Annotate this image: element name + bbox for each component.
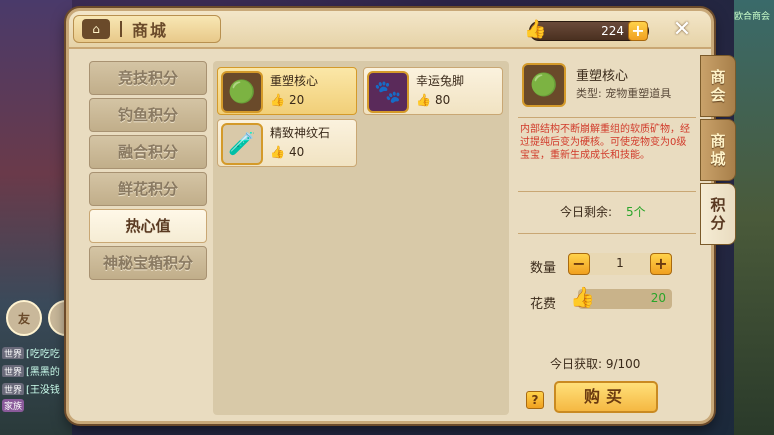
close-button[interactable]: ✕ bbox=[669, 17, 695, 43]
item-name: 重塑核心 bbox=[270, 74, 319, 88]
cost-value: 20 bbox=[650, 291, 666, 305]
rabbit-foot-icon: 🐾 bbox=[367, 71, 409, 113]
green-orb-icon: 🟢 bbox=[522, 63, 566, 107]
thumbs-up-icon: 👍 bbox=[270, 93, 285, 107]
item-name: 幸运兔脚 bbox=[416, 74, 465, 88]
title-plate: ⌂ 商城 bbox=[73, 15, 221, 43]
thumbs-up-icon: 👍 bbox=[570, 285, 595, 309]
category-item-fishing-points[interactable]: 钓鱼积分 bbox=[89, 98, 207, 132]
detail-item-name: 重塑核心 bbox=[576, 69, 629, 84]
today-obtained: 今日获取: 9/100 bbox=[550, 357, 641, 371]
title-divider bbox=[120, 21, 122, 37]
item-price: 👍 40 bbox=[270, 145, 305, 159]
chat-line: 世界 [吃吃吃 bbox=[2, 347, 60, 359]
quantity-label: 数量 bbox=[530, 261, 557, 276]
category-item-flower-points[interactable]: 鲜花积分 bbox=[89, 172, 207, 206]
thumbs-up-icon: 👍 bbox=[524, 19, 547, 40]
category-item-fusion-points[interactable]: 融合积分 bbox=[89, 135, 207, 169]
panel-header: ⌂ 商城 👍 224 + ✕ bbox=[69, 11, 711, 49]
divider bbox=[518, 191, 696, 192]
purple-potion-icon: 🧪 bbox=[221, 123, 263, 165]
item-price: 👍 20 bbox=[270, 93, 305, 107]
page-title: 商城 bbox=[132, 21, 169, 40]
green-orb-icon: 🟢 bbox=[221, 71, 263, 113]
friend-button[interactable]: 友 bbox=[6, 300, 42, 336]
buy-button[interactable]: 购买 bbox=[554, 381, 658, 413]
detail-description: 内部结构不断崩解重组的软质矿物，经过提纯后变为硬核。可使宠物变为0级宝宝，重新生… bbox=[520, 124, 690, 161]
help-button[interactable]: ? bbox=[526, 391, 544, 409]
tab-shop[interactable]: 商城 bbox=[700, 119, 736, 181]
cost-label: 花费 bbox=[530, 297, 557, 312]
item-grid: 🟢 重塑核心 👍 20 🐾 幸运兔脚 👍 80 🧪 精致神纹石 👍 40 bbox=[213, 61, 509, 415]
item-card[interactable]: 🐾 幸运兔脚 👍 80 bbox=[363, 67, 503, 115]
chat-line: 家族 bbox=[2, 399, 72, 413]
quantity-plus-button[interactable]: + bbox=[650, 253, 672, 275]
tab-points[interactable]: 积分 bbox=[700, 183, 736, 245]
item-card[interactable]: 🟢 重塑核心 👍 20 bbox=[217, 67, 357, 115]
cost-display: 👍 20 bbox=[570, 285, 672, 309]
tab-chamber-of-commerce[interactable]: 商会 bbox=[700, 55, 736, 117]
thumbs-up-icon: 👍 bbox=[270, 145, 285, 159]
shop-icon: ⌂ bbox=[82, 19, 110, 39]
quantity-stepper: − 1 + bbox=[568, 253, 672, 275]
add-points-button[interactable]: + bbox=[628, 21, 648, 41]
item-details: 🟢 重塑核心 类型: 宠物重塑道具 内部结构不断崩解重组的软质矿物，经过提纯后变… bbox=[516, 61, 698, 415]
side-tabs: 商会 商城 积分 bbox=[700, 55, 736, 247]
quantity-minus-button[interactable]: − bbox=[568, 253, 590, 275]
category-list: 竞技积分 钓鱼积分 融合积分 鲜花积分 热心值 神秘宝箱积分 bbox=[89, 61, 207, 283]
item-card[interactable]: 🧪 精致神纹石 👍 40 bbox=[217, 119, 357, 167]
points-value: 224 bbox=[601, 24, 624, 38]
points-bar: 👍 224 + bbox=[524, 19, 649, 41]
item-price: 👍 80 bbox=[416, 93, 451, 107]
thumbs-up-icon: 👍 bbox=[416, 93, 431, 107]
background-scene-right bbox=[734, 0, 774, 435]
item-name: 精致神纹石 bbox=[270, 126, 331, 140]
chat-line: 世界 [黑黑的 bbox=[2, 365, 60, 377]
detail-item-type: 类型: 宠物重塑道具 bbox=[576, 87, 672, 100]
category-item-arena-points[interactable]: 竞技积分 bbox=[89, 61, 207, 95]
category-item-enthusiasm[interactable]: 热心值 bbox=[89, 209, 207, 243]
shop-panel: ⌂ 商城 👍 224 + ✕ 竞技积分 钓鱼积分 融合积分 鲜花积分 热心值 神… bbox=[66, 8, 714, 424]
divider bbox=[518, 117, 696, 118]
top-right-label: 欧合商会 bbox=[733, 12, 770, 22]
today-remaining: 今日剩余: 5个 bbox=[560, 205, 646, 219]
chat-line: 世界 [王没钱 bbox=[2, 383, 60, 395]
divider bbox=[518, 233, 696, 234]
quantity-value[interactable]: 1 bbox=[592, 256, 648, 270]
category-item-mystery-box-points[interactable]: 神秘宝箱积分 bbox=[89, 246, 207, 280]
